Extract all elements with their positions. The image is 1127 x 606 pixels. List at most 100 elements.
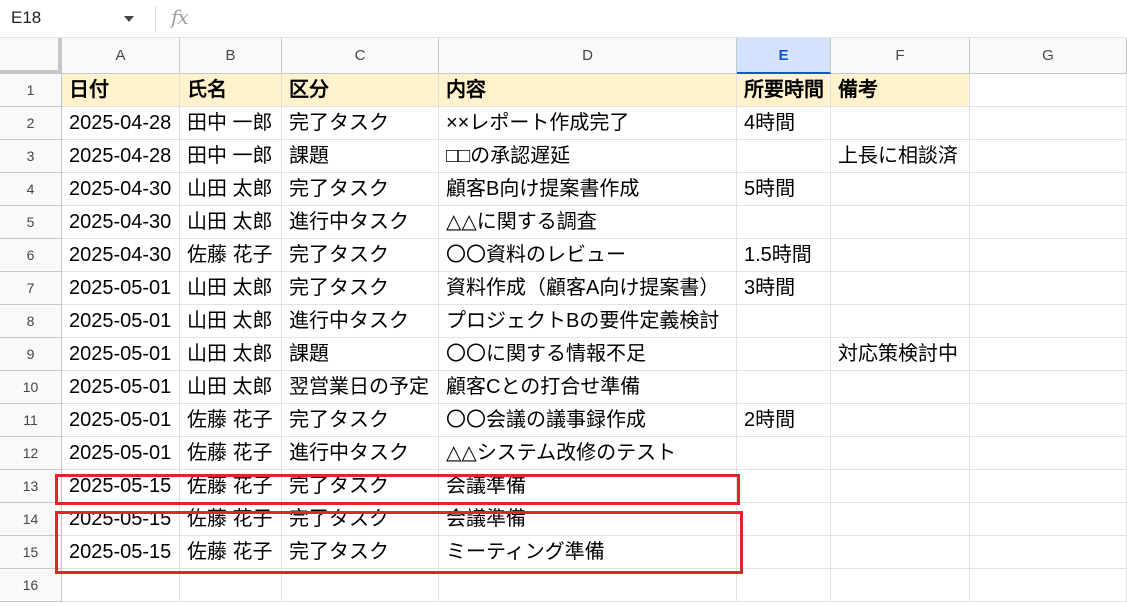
column-header-g[interactable]: G [970, 38, 1127, 74]
cell-d16[interactable] [439, 569, 737, 602]
row-header-16[interactable]: 16 [0, 569, 62, 602]
cell-f6[interactable] [831, 239, 970, 272]
cell-g9[interactable] [970, 338, 1127, 371]
cell-a9[interactable]: 2025-05-01 [62, 338, 180, 371]
cell-b3[interactable]: 田中 一郎 [180, 140, 282, 173]
row-header-11[interactable]: 11 [0, 404, 62, 437]
row-header-5[interactable]: 5 [0, 206, 62, 239]
row-header-7[interactable]: 7 [0, 272, 62, 305]
cell-g11[interactable] [970, 404, 1127, 437]
cell-f15[interactable] [831, 536, 970, 569]
cell-e8[interactable] [737, 305, 831, 338]
cell-a16[interactable] [62, 569, 180, 602]
column-header-a[interactable]: A [62, 38, 180, 74]
cell-e13[interactable] [737, 470, 831, 503]
cell-f2[interactable] [831, 107, 970, 140]
cell-g8[interactable] [970, 305, 1127, 338]
cell-b14[interactable]: 佐藤 花子 [180, 503, 282, 536]
cell-c13[interactable]: 完了タスク [282, 470, 439, 503]
cell-e4[interactable]: 5時間 [737, 173, 831, 206]
cell-b8[interactable]: 山田 太郎 [180, 305, 282, 338]
cell-b1[interactable]: 氏名 [180, 74, 282, 107]
cell-a15[interactable]: 2025-05-15 [62, 536, 180, 569]
cell-a2[interactable]: 2025-04-28 [62, 107, 180, 140]
cell-g12[interactable] [970, 437, 1127, 470]
cell-g7[interactable] [970, 272, 1127, 305]
cell-d4[interactable]: 顧客B向け提案書作成 [439, 173, 737, 206]
cell-e2[interactable]: 4時間 [737, 107, 831, 140]
cell-a8[interactable]: 2025-05-01 [62, 305, 180, 338]
cell-a4[interactable]: 2025-04-30 [62, 173, 180, 206]
cell-a7[interactable]: 2025-05-01 [62, 272, 180, 305]
chevron-down-icon[interactable] [122, 12, 136, 26]
cell-g6[interactable] [970, 239, 1127, 272]
cell-d8[interactable]: プロジェクトBの要件定義検討 [439, 305, 737, 338]
cell-f3[interactable]: 上長に相談済 [831, 140, 970, 173]
cell-c15[interactable]: 完了タスク [282, 536, 439, 569]
cell-c12[interactable]: 進行中タスク [282, 437, 439, 470]
column-header-d[interactable]: D [439, 38, 737, 74]
cell-b7[interactable]: 山田 太郎 [180, 272, 282, 305]
cell-c1[interactable]: 区分 [282, 74, 439, 107]
cell-f5[interactable] [831, 206, 970, 239]
cell-a12[interactable]: 2025-05-01 [62, 437, 180, 470]
cell-c5[interactable]: 進行中タスク [282, 206, 439, 239]
cell-e6[interactable]: 1.5時間 [737, 239, 831, 272]
cell-g10[interactable] [970, 371, 1127, 404]
cell-e7[interactable]: 3時間 [737, 272, 831, 305]
cell-b11[interactable]: 佐藤 花子 [180, 404, 282, 437]
cell-d11[interactable]: 〇〇会議の議事録作成 [439, 404, 737, 437]
row-header-4[interactable]: 4 [0, 173, 62, 206]
cell-e3[interactable] [737, 140, 831, 173]
cell-e14[interactable] [737, 503, 831, 536]
cell-e9[interactable] [737, 338, 831, 371]
cell-d3[interactable]: □□の承認遅延 [439, 140, 737, 173]
cell-b15[interactable]: 佐藤 花子 [180, 536, 282, 569]
cell-b6[interactable]: 佐藤 花子 [180, 239, 282, 272]
name-box-value[interactable]: E18 [11, 8, 41, 28]
cell-c10[interactable]: 翌営業日の予定 [282, 371, 439, 404]
cell-g3[interactable] [970, 140, 1127, 173]
cell-e1[interactable]: 所要時間 [737, 74, 831, 107]
cell-c6[interactable]: 完了タスク [282, 239, 439, 272]
cell-g2[interactable] [970, 107, 1127, 140]
column-header-f[interactable]: F [831, 38, 970, 74]
cell-d6[interactable]: 〇〇資料のレビュー [439, 239, 737, 272]
cell-b5[interactable]: 山田 太郎 [180, 206, 282, 239]
cell-g13[interactable] [970, 470, 1127, 503]
select-all-corner[interactable] [0, 38, 62, 74]
cell-a1[interactable]: 日付 [62, 74, 180, 107]
cell-f10[interactable] [831, 371, 970, 404]
cell-d9[interactable]: 〇〇に関する情報不足 [439, 338, 737, 371]
column-header-c[interactable]: C [282, 38, 439, 74]
cell-e16[interactable] [737, 569, 831, 602]
row-header-3[interactable]: 3 [0, 140, 62, 173]
cell-d10[interactable]: 顧客Cとの打合せ準備 [439, 371, 737, 404]
cell-a10[interactable]: 2025-05-01 [62, 371, 180, 404]
cell-g14[interactable] [970, 503, 1127, 536]
cell-f11[interactable] [831, 404, 970, 437]
cell-b4[interactable]: 山田 太郎 [180, 173, 282, 206]
row-header-9[interactable]: 9 [0, 338, 62, 371]
cell-c8[interactable]: 進行中タスク [282, 305, 439, 338]
cell-a11[interactable]: 2025-05-01 [62, 404, 180, 437]
cell-d7[interactable]: 資料作成（顧客A向け提案書） [439, 272, 737, 305]
cell-c11[interactable]: 完了タスク [282, 404, 439, 437]
cell-a5[interactable]: 2025-04-30 [62, 206, 180, 239]
cell-f7[interactable] [831, 272, 970, 305]
cell-c9[interactable]: 課題 [282, 338, 439, 371]
cell-g1[interactable] [970, 74, 1127, 107]
cell-c4[interactable]: 完了タスク [282, 173, 439, 206]
cell-f1[interactable]: 備考 [831, 74, 970, 107]
cell-g5[interactable] [970, 206, 1127, 239]
cell-f16[interactable] [831, 569, 970, 602]
cell-a3[interactable]: 2025-04-28 [62, 140, 180, 173]
cell-g16[interactable] [970, 569, 1127, 602]
cell-a6[interactable]: 2025-04-30 [62, 239, 180, 272]
cell-b13[interactable]: 佐藤 花子 [180, 470, 282, 503]
cell-f8[interactable] [831, 305, 970, 338]
name-box[interactable]: E18 [0, 0, 155, 37]
cell-b10[interactable]: 山田 太郎 [180, 371, 282, 404]
column-header-b[interactable]: B [180, 38, 282, 74]
cell-d1[interactable]: 内容 [439, 74, 737, 107]
